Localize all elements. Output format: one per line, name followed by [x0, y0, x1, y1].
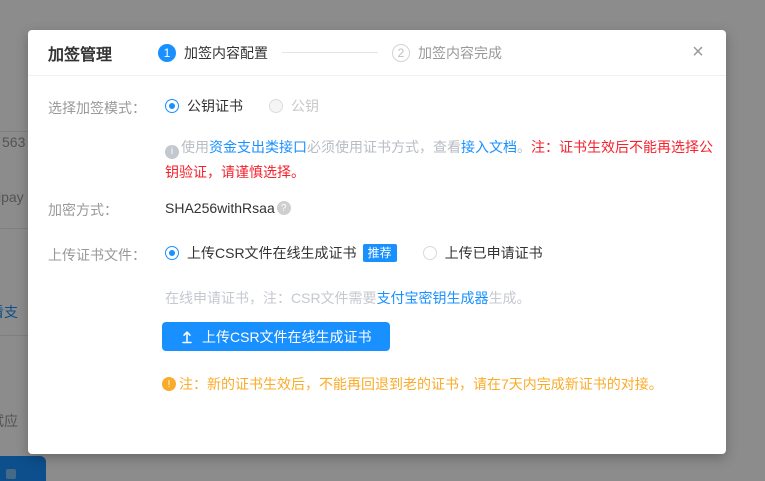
- info-icon: i: [165, 145, 179, 159]
- encrypt-method-label: 加密方式：: [48, 200, 160, 220]
- step-1-label: 加签内容配置: [184, 43, 268, 63]
- radio-public-key-label: 公钥: [291, 96, 319, 116]
- dialog-header: 加签管理 1 加签内容配置 2 加签内容完成 ×: [28, 30, 726, 76]
- encrypt-method-value: SHA256withRsaa ?: [165, 200, 291, 216]
- sign-mode-radio-group: 公钥证书 公钥: [165, 96, 345, 116]
- radio-public-key[interactable]: 公钥: [269, 96, 319, 116]
- radio-public-key-cert-label: 公钥证书: [187, 96, 243, 116]
- radio-selected-icon[interactable]: [165, 99, 179, 113]
- key-generator-link[interactable]: 支付宝密钥生成器: [377, 290, 489, 306]
- radio-selected-icon[interactable]: [165, 246, 179, 260]
- cert-switch-note: ! 注：新的证书生效后，不能再回退到老的证书，请在7天内完成新证书的对接。: [162, 374, 663, 394]
- info-text-3: 。: [517, 139, 531, 155]
- recommended-badge: 推荐: [363, 244, 397, 262]
- radio-public-key-cert[interactable]: 公钥证书: [165, 96, 243, 116]
- radio-upload-csr[interactable]: 上传CSR文件在线生成证书 推荐: [165, 243, 397, 263]
- info-text-1: 使用: [181, 139, 209, 155]
- cert-switch-note-text: 注：新的证书生效后，不能再回退到老的证书，请在7天内完成新证书的对接。: [179, 374, 663, 394]
- radio-upload-applied[interactable]: 上传已申请证书: [423, 243, 543, 263]
- step-indicator: 1 加签内容配置 2 加签内容完成: [158, 43, 502, 63]
- access-doc-link[interactable]: 接入文档: [461, 139, 517, 155]
- upload-csr-button-label: 上传CSR文件在线生成证书: [202, 327, 372, 347]
- step-1-circle: 1: [158, 44, 176, 62]
- step-2: 2 加签内容完成: [392, 43, 502, 63]
- radio-disabled-icon[interactable]: [269, 99, 283, 113]
- upload-csr-button[interactable]: 上传CSR文件在线生成证书: [162, 322, 390, 351]
- step-2-circle: 2: [392, 44, 410, 62]
- radio-unselected-icon[interactable]: [423, 246, 437, 260]
- upload-icon: [180, 330, 194, 344]
- encrypt-algorithm: SHA256withRsaa: [165, 200, 275, 216]
- sign-mode-info: i使用资金支出类接口必须使用证书方式，查看接入文档。注：证书生效后不能再选择公钥…: [165, 135, 717, 185]
- info-text-2: 必须使用证书方式，查看: [307, 139, 461, 155]
- upload-radio-group: 上传CSR文件在线生成证书 推荐 上传已申请证书: [165, 243, 569, 263]
- step-2-label: 加签内容完成: [418, 43, 502, 63]
- question-icon[interactable]: ?: [277, 201, 291, 215]
- warning-icon: !: [162, 377, 176, 391]
- sign-mode-label: 选择加签模式：: [48, 98, 160, 118]
- close-icon[interactable]: ×: [686, 40, 710, 64]
- upload-help-text: 在线申请证书，注：CSR文件需要支付宝密钥生成器生成。: [165, 288, 531, 308]
- step-connector: [282, 52, 378, 53]
- radio-upload-csr-label: 上传CSR文件在线生成证书: [187, 243, 357, 263]
- step-1: 1 加签内容配置: [158, 43, 268, 63]
- upload-help-1: 在线申请证书，注：CSR文件需要: [165, 290, 377, 306]
- upload-help-2: 生成。: [489, 290, 531, 306]
- upload-cert-label: 上传证书文件：: [48, 245, 160, 265]
- fund-expense-api-link[interactable]: 资金支出类接口: [209, 139, 307, 155]
- radio-upload-applied-label: 上传已申请证书: [445, 243, 543, 263]
- dialog-title: 加签管理: [48, 41, 112, 65]
- sign-management-dialog: 加签管理 1 加签内容配置 2 加签内容完成 × 选择加签模式： 公钥证书 公钥…: [28, 30, 726, 454]
